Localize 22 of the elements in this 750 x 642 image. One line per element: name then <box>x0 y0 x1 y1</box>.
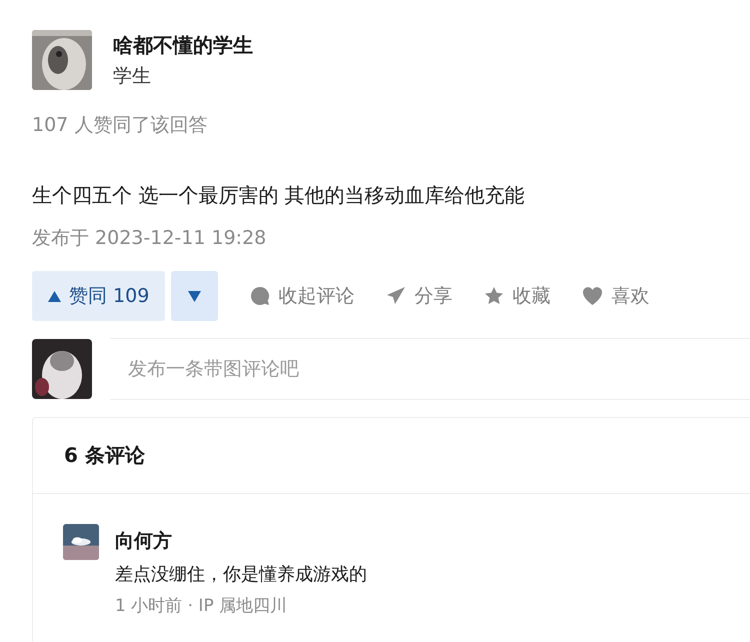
commenter-name[interactable]: 向何方 <box>115 528 367 554</box>
upvote-summary: 107 人赞同了该回答 <box>32 113 208 138</box>
paper-plane-icon <box>386 286 406 306</box>
comment-icon <box>250 286 270 306</box>
comment-meta: 1 小时前 · IP 属地四川 <box>115 595 288 617</box>
share-button[interactable]: 分享 <box>386 283 452 309</box>
answer-text: 生个四五个 选一个最厉害的 其他的当移动血库给他充能 <box>32 182 526 209</box>
author-headline: 学生 <box>113 64 152 88</box>
comment-text: 差点没绷住，你是懂养成游戏的 <box>115 563 367 586</box>
favorite-button[interactable]: 收藏 <box>484 283 550 309</box>
comment-count: 6 条评论 <box>33 418 750 494</box>
triangle-down-icon <box>188 290 202 302</box>
upvote-button[interactable]: 赞同 109 <box>32 271 166 321</box>
downvote-button[interactable] <box>171 271 218 321</box>
author-name[interactable]: 啥都不懂的学生 <box>113 32 253 58</box>
like-button[interactable]: 喜欢 <box>582 283 650 309</box>
comment-button[interactable]: 收起评论 <box>250 283 354 309</box>
comment-input[interactable]: 发布一条带图评论吧 <box>110 338 750 400</box>
triangle-up-icon <box>48 290 61 302</box>
heart-icon <box>582 286 604 306</box>
publish-date: 发布于 2023-12-11 19:28 <box>32 226 268 251</box>
star-icon <box>484 286 504 306</box>
